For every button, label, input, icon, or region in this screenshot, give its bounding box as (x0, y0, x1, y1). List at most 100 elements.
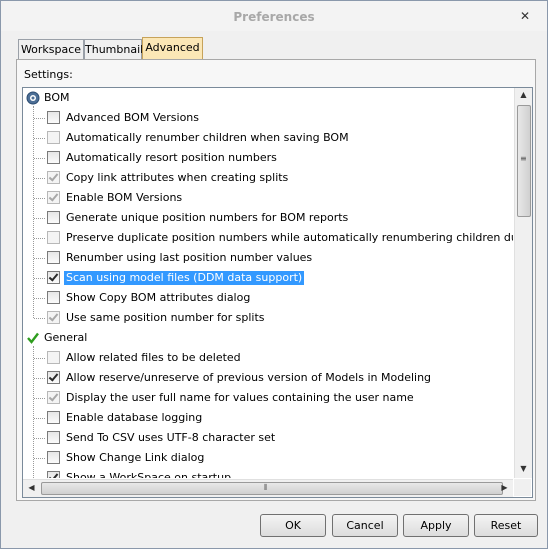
setting-checkbox[interactable] (47, 191, 60, 204)
group-label-general: General (44, 331, 88, 344)
setting-label: Automatically resort position numbers (66, 151, 277, 164)
horizontal-scroll-thumb[interactable]: ⦀ (41, 482, 503, 495)
setting-label: Generate unique position numbers for BOM… (66, 211, 349, 224)
setting-row[interactable]: Use same position number for splits (23, 308, 513, 328)
scroll-up-icon[interactable]: ▲ (515, 90, 532, 99)
tree-branch-line (34, 198, 45, 199)
setting-label: Scan using model files (DDM data support… (64, 271, 305, 285)
group-bom[interactable]: BOM (23, 88, 513, 108)
settings-tree: BOM General Advanced BOM Versions Automat… (22, 87, 533, 498)
title-bar: Preferences ✕ (1, 1, 547, 31)
tree-branch-line (34, 378, 45, 379)
tree-branch-line (34, 118, 45, 119)
setting-row[interactable]: Allow related files to be deleted (23, 348, 513, 368)
setting-checkbox[interactable] (47, 291, 60, 304)
setting-label: Enable BOM Versions (66, 191, 183, 204)
apply-button[interactable]: Apply (403, 514, 469, 537)
setting-checkbox[interactable] (47, 311, 60, 324)
setting-label: Send To CSV uses UTF-8 character set (66, 431, 276, 444)
setting-label: Preserve duplicate position numbers whil… (66, 231, 513, 244)
setting-label: Advanced BOM Versions (66, 111, 200, 124)
setting-row[interactable]: Automatically resort position numbers (23, 148, 513, 168)
tree-branch-line (34, 418, 45, 419)
cancel-button[interactable]: Cancel (332, 514, 398, 537)
setting-label: Display the user full name for values co… (66, 391, 414, 404)
reset-button[interactable]: Reset (474, 514, 538, 537)
setting-checkbox[interactable] (47, 231, 60, 244)
setting-row[interactable]: Preserve duplicate position numbers whil… (23, 228, 513, 248)
scroll-right-icon[interactable]: ▶ (496, 483, 513, 492)
tree-branch-line (34, 278, 45, 279)
setting-checkbox[interactable] (47, 151, 60, 164)
setting-row[interactable]: Scan using model files (DDM data support… (23, 268, 513, 288)
advanced-panel: Settings: BOM General Advanced BOM Versi… (16, 59, 536, 501)
grip-icon: ⦀ (264, 483, 268, 492)
setting-row[interactable]: Advanced BOM Versions (23, 108, 513, 128)
tree-branch-line (34, 438, 45, 439)
tree-branch-line (34, 358, 45, 359)
setting-checkbox[interactable] (47, 271, 60, 284)
setting-label: Show Change Link dialog (66, 451, 205, 464)
setting-checkbox[interactable] (47, 351, 60, 364)
tab-workspace[interactable]: Workspace (18, 39, 84, 60)
setting-row[interactable]: Show Copy BOM attributes dialog (23, 288, 513, 308)
preferences-dialog: Preferences ✕ Workspace Thumbnail Advanc… (0, 0, 548, 549)
grip-icon: ≡ (520, 154, 527, 163)
window-title: Preferences (233, 10, 315, 24)
setting-label: Use same position number for splits (66, 311, 265, 324)
vertical-scrollbar[interactable]: ▲ ≡ ▼ (514, 88, 532, 478)
setting-checkbox[interactable] (47, 111, 60, 124)
setting-checkbox[interactable] (47, 471, 60, 478)
group-general[interactable]: General (23, 328, 513, 348)
setting-row[interactable]: Show a WorkSpace on startup (23, 468, 513, 478)
setting-label: Copy link attributes when creating split… (66, 171, 289, 184)
setting-row[interactable]: Show Change Link dialog (23, 448, 513, 468)
setting-row[interactable]: Automatically renumber children when sav… (23, 128, 513, 148)
setting-row[interactable]: Enable BOM Versions (23, 188, 513, 208)
setting-checkbox[interactable] (47, 171, 60, 184)
scroll-left-icon[interactable]: ◀ (23, 483, 40, 492)
setting-label: Show a WorkSpace on startup (66, 471, 232, 478)
tree-branch-line (34, 258, 45, 259)
tree-branch-line (34, 398, 45, 399)
tab-thumbnail[interactable]: Thumbnail (84, 39, 143, 60)
setting-label: Automatically renumber children when sav… (66, 131, 349, 144)
ok-button[interactable]: OK (260, 514, 326, 537)
tree-branch-line (34, 318, 45, 319)
tree-branch-line (34, 138, 45, 139)
setting-row[interactable]: Copy link attributes when creating split… (23, 168, 513, 188)
setting-row[interactable]: Allow reserve/unreserve of previous vers… (23, 368, 513, 388)
setting-label: Show Copy BOM attributes dialog (66, 291, 251, 304)
setting-checkbox[interactable] (47, 431, 60, 444)
settings-label: Settings: (24, 68, 73, 81)
scroll-corner (514, 479, 531, 496)
setting-row[interactable]: Send To CSV uses UTF-8 character set (23, 428, 513, 448)
close-icon[interactable]: ✕ (517, 9, 533, 23)
setting-checkbox[interactable] (47, 211, 60, 224)
tree-branch-line (34, 298, 45, 299)
tab-advanced[interactable]: Advanced (142, 37, 203, 61)
setting-label: Allow reserve/unreserve of previous vers… (66, 371, 432, 384)
horizontal-scrollbar[interactable]: ◀ ⦀ ▶ (23, 479, 513, 497)
tree-branch-line (34, 218, 45, 219)
setting-label: Enable database logging (66, 411, 203, 424)
group-label-bom: BOM (44, 91, 70, 104)
setting-label: Renumber using last position number valu… (66, 251, 313, 264)
setting-row[interactable]: Enable database logging (23, 408, 513, 428)
vertical-scroll-thumb[interactable]: ≡ (517, 105, 531, 217)
setting-checkbox[interactable] (47, 451, 60, 464)
setting-checkbox[interactable] (47, 131, 60, 144)
bom-gear-icon (26, 91, 40, 105)
setting-checkbox[interactable] (47, 251, 60, 264)
setting-checkbox[interactable] (47, 391, 60, 404)
tree-branch-line (34, 238, 45, 239)
setting-checkbox[interactable] (47, 371, 60, 384)
setting-row[interactable]: Display the user full name for values co… (23, 388, 513, 408)
scroll-down-icon[interactable]: ▼ (515, 464, 532, 473)
setting-label: Allow related files to be deleted (66, 351, 241, 364)
setting-row[interactable]: Generate unique position numbers for BOM… (23, 208, 513, 228)
green-check-icon (26, 331, 40, 345)
setting-row[interactable]: Renumber using last position number valu… (23, 248, 513, 268)
tree-branch-line (34, 458, 45, 459)
setting-checkbox[interactable] (47, 411, 60, 424)
